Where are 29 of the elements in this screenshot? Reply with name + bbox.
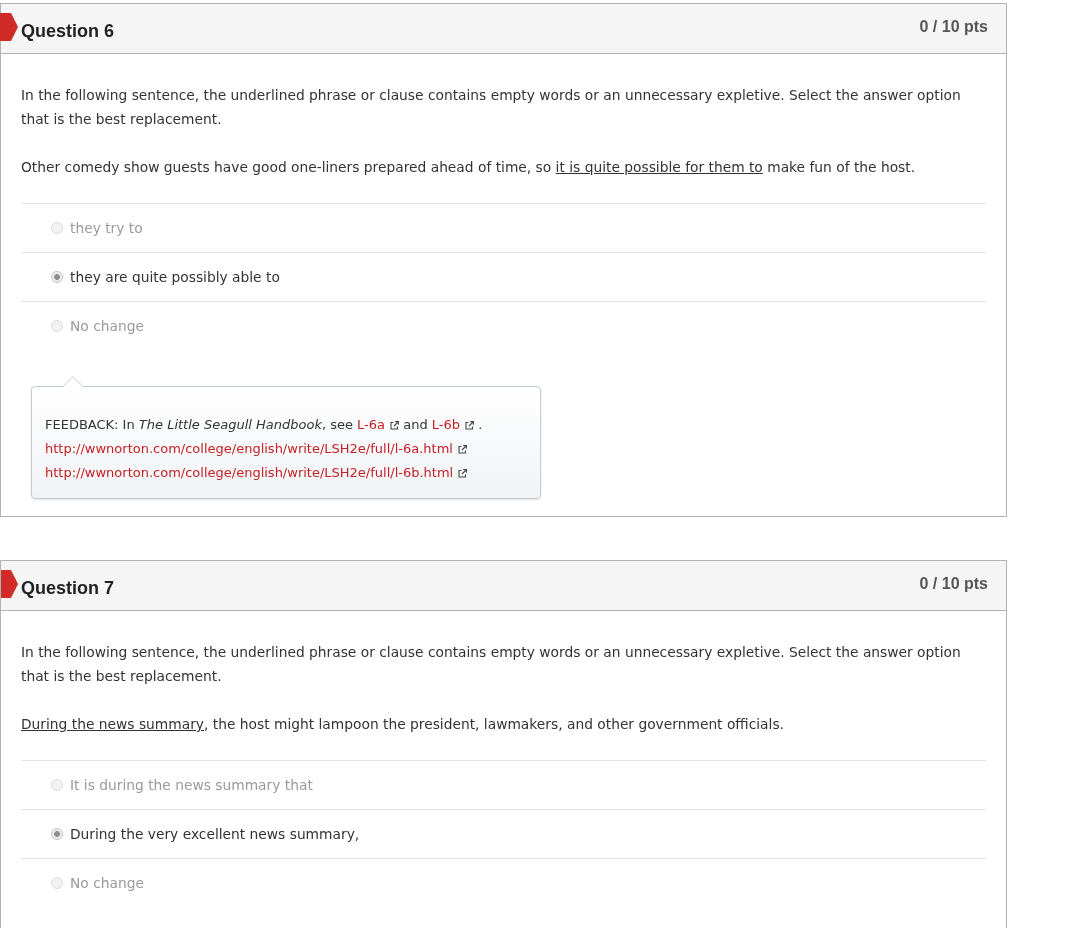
external-link-icon	[465, 420, 474, 430]
external-link-icon	[457, 444, 467, 454]
question-instruction: In the following sentence, the underlined phrase or clause contains empty words or an unnecessary expletive. Select the answer option that is the best replacement.	[21, 86, 962, 129]
radio-button[interactable]	[51, 877, 63, 889]
points-score: 0 / 10 pts	[919, 574, 988, 594]
link[interactable]: http://wwnorton.com/college/english/write/LSH2e/full/l-6b.html	[45, 461, 468, 485]
answer-text: they are quite possibly able to	[70, 268, 280, 287]
question-sentence: Other comedy show guests have good one-liners prepared ahead of time, so it is quite possible for them to make fun of the host.	[21, 158, 917, 177]
question-title: Question 7	[21, 577, 114, 599]
question-title: Question 6	[21, 20, 114, 42]
answer-text: they try to	[70, 219, 143, 238]
answer-text: No change	[70, 874, 144, 893]
external-link-icon	[390, 420, 400, 430]
radio-button[interactable]	[51, 222, 63, 234]
answer-text: It is during the news summary that	[70, 776, 313, 795]
link[interactable]: L-6b	[431, 413, 474, 437]
question-instruction: In the following sentence, the underlined phrase or clause contains empty words or an unnecessary expletive. Select the answer option that is the best replacement.	[21, 643, 962, 686]
question-sentence: During the news summary, the host might lampoon the president, lawmakers, and other government officials.	[21, 715, 785, 734]
link[interactable]: L-6a	[357, 413, 400, 437]
points-score: 0 / 10 pts	[919, 17, 988, 37]
radio-button[interactable]	[51, 828, 63, 840]
radio-button[interactable]	[51, 271, 63, 283]
radio-button[interactable]	[51, 320, 63, 332]
answer-text: No change	[70, 317, 144, 336]
answer-text: During the very excellent news summary,	[70, 825, 360, 844]
link[interactable]: http://wwnorton.com/college/english/write/LSH2e/full/l-6a.html	[45, 437, 467, 461]
radio-button[interactable]	[51, 779, 63, 791]
external-link-icon	[458, 468, 468, 478]
feedback-text: FEEDBACK: In The Little Seagull Handbook, see L-6a and L-6b .	[45, 413, 527, 437]
